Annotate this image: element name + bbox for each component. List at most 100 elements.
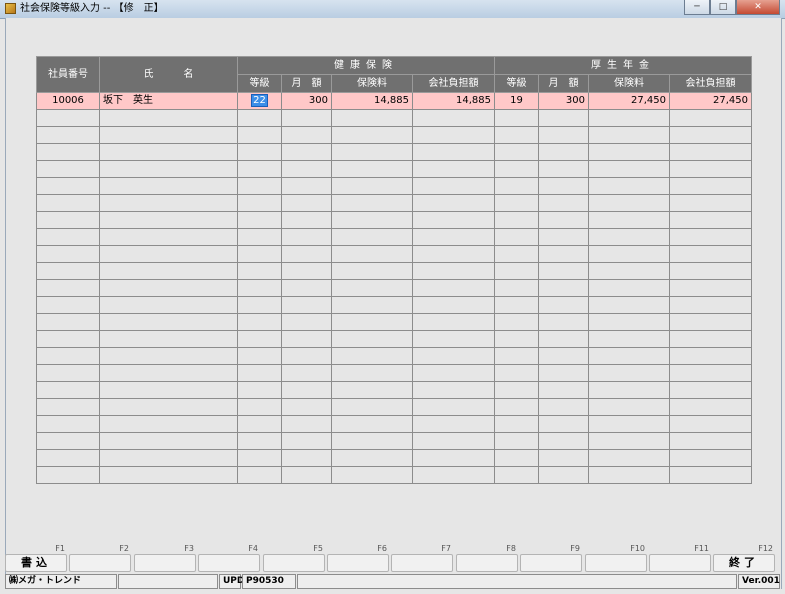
empty-cell[interactable]: [494, 279, 539, 297]
empty-cell[interactable]: [99, 109, 238, 127]
empty-cell[interactable]: [99, 364, 238, 382]
empty-cell[interactable]: [538, 211, 589, 229]
empty-cell[interactable]: [331, 398, 413, 416]
empty-cell[interactable]: [669, 262, 752, 280]
empty-cell[interactable]: [281, 109, 332, 127]
empty-cell[interactable]: [412, 194, 495, 212]
empty-row[interactable]: [36, 177, 752, 195]
empty-cell[interactable]: [669, 313, 752, 331]
empty-row[interactable]: [36, 398, 752, 416]
empty-cell[interactable]: [588, 381, 670, 399]
fkey-f5-button[interactable]: [263, 554, 325, 572]
empty-cell[interactable]: [281, 262, 332, 280]
empty-cell[interactable]: [494, 432, 539, 450]
empty-cell[interactable]: [99, 245, 238, 263]
empty-cell[interactable]: [538, 449, 589, 467]
empty-row[interactable]: [36, 194, 752, 212]
empty-cell[interactable]: [412, 381, 495, 399]
empty-cell[interactable]: [669, 296, 752, 314]
empty-cell[interactable]: [331, 364, 413, 382]
cell-pension-premium[interactable]: 27,450: [588, 92, 670, 110]
empty-cell[interactable]: [99, 177, 238, 195]
empty-row[interactable]: [36, 160, 752, 178]
empty-cell[interactable]: [588, 432, 670, 450]
close-button[interactable]: ✕: [736, 0, 780, 15]
empty-cell[interactable]: [331, 160, 413, 178]
empty-cell[interactable]: [588, 279, 670, 297]
empty-cell[interactable]: [99, 330, 238, 348]
empty-cell[interactable]: [494, 126, 539, 144]
empty-cell[interactable]: [237, 398, 282, 416]
empty-cell[interactable]: [588, 398, 670, 416]
empty-cell[interactable]: [36, 177, 100, 195]
empty-cell[interactable]: [538, 262, 589, 280]
empty-cell[interactable]: [538, 194, 589, 212]
empty-cell[interactable]: [669, 279, 752, 297]
empty-cell[interactable]: [36, 347, 100, 365]
empty-cell[interactable]: [538, 228, 589, 246]
empty-cell[interactable]: [99, 262, 238, 280]
empty-cell[interactable]: [412, 279, 495, 297]
cell-employee-no[interactable]: 10006: [36, 92, 100, 110]
empty-cell[interactable]: [99, 279, 238, 297]
empty-cell[interactable]: [281, 347, 332, 365]
empty-cell[interactable]: [494, 364, 539, 382]
fkey-f4-button[interactable]: [198, 554, 260, 572]
empty-cell[interactable]: [281, 296, 332, 314]
empty-cell[interactable]: [494, 347, 539, 365]
maximize-button[interactable]: □: [710, 0, 736, 15]
empty-cell[interactable]: [237, 330, 282, 348]
empty-cell[interactable]: [494, 313, 539, 331]
empty-cell[interactable]: [494, 109, 539, 127]
empty-cell[interactable]: [331, 415, 413, 433]
empty-cell[interactable]: [36, 415, 100, 433]
empty-cell[interactable]: [588, 177, 670, 195]
empty-cell[interactable]: [281, 398, 332, 416]
empty-cell[interactable]: [99, 466, 238, 484]
empty-cell[interactable]: [588, 126, 670, 144]
empty-cell[interactable]: [669, 160, 752, 178]
empty-cell[interactable]: [669, 194, 752, 212]
empty-cell[interactable]: [669, 330, 752, 348]
empty-cell[interactable]: [412, 262, 495, 280]
empty-cell[interactable]: [669, 109, 752, 127]
empty-cell[interactable]: [538, 126, 589, 144]
empty-cell[interactable]: [99, 194, 238, 212]
empty-cell[interactable]: [237, 109, 282, 127]
fkey-f10-button[interactable]: [585, 554, 647, 572]
empty-cell[interactable]: [494, 194, 539, 212]
empty-cell[interactable]: [331, 330, 413, 348]
empty-cell[interactable]: [237, 143, 282, 161]
empty-cell[interactable]: [237, 432, 282, 450]
empty-cell[interactable]: [281, 449, 332, 467]
empty-cell[interactable]: [331, 194, 413, 212]
empty-cell[interactable]: [494, 245, 539, 263]
empty-cell[interactable]: [669, 364, 752, 382]
empty-cell[interactable]: [588, 415, 670, 433]
empty-cell[interactable]: [99, 432, 238, 450]
empty-cell[interactable]: [412, 313, 495, 331]
empty-cell[interactable]: [237, 449, 282, 467]
empty-cell[interactable]: [588, 347, 670, 365]
empty-cell[interactable]: [538, 347, 589, 365]
empty-cell[interactable]: [669, 381, 752, 399]
empty-cell[interactable]: [538, 364, 589, 382]
empty-cell[interactable]: [588, 449, 670, 467]
empty-cell[interactable]: [237, 347, 282, 365]
empty-cell[interactable]: [331, 449, 413, 467]
empty-cell[interactable]: [36, 262, 100, 280]
empty-cell[interactable]: [36, 466, 100, 484]
empty-cell[interactable]: [237, 194, 282, 212]
cell-health-grade[interactable]: 22: [237, 92, 282, 110]
empty-cell[interactable]: [331, 245, 413, 263]
health-grade-input[interactable]: 22: [251, 94, 268, 107]
empty-row[interactable]: [36, 279, 752, 297]
empty-cell[interactable]: [237, 364, 282, 382]
empty-cell[interactable]: [538, 313, 589, 331]
empty-cell[interactable]: [99, 313, 238, 331]
empty-cell[interactable]: [237, 228, 282, 246]
empty-cell[interactable]: [412, 432, 495, 450]
empty-cell[interactable]: [538, 466, 589, 484]
empty-cell[interactable]: [99, 381, 238, 399]
empty-cell[interactable]: [669, 449, 752, 467]
